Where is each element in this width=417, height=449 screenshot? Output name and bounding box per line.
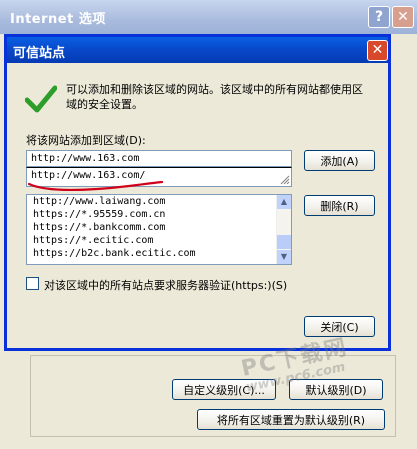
add-site-label: 将该网站添加到区域(D): [26, 134, 146, 147]
site-list-item[interactable]: http://www.laiwang.com [27, 195, 291, 208]
reset-all-zones-button[interactable]: 将所有区域重置为默认级别(R) [197, 409, 385, 430]
url-input[interactable]: http://www.163.com [26, 150, 292, 167]
internet-options-title: Internet 选项 [10, 12, 106, 27]
site-list-item[interactable]: https://*.bankcomm.com [27, 221, 291, 234]
internet-options-titlebar: Internet 选项 ? ✕ [0, 0, 417, 34]
site-list-item[interactable]: https://*.ecitic.com [27, 234, 291, 247]
trusted-sites-titlebar: 可信站点 ✕ [7, 37, 388, 63]
site-list-item[interactable]: https://b2c.bank.ecitic.com [27, 247, 291, 260]
site-list-item[interactable]: https://*.95559.com.cn [27, 208, 291, 221]
intro-text: 可以添加和删除该区域的网站。该区域中的所有网站都使用区域的安全设置。 [66, 83, 363, 111]
add-button[interactable]: 添加(A) [304, 150, 375, 171]
https-checkbox[interactable] [26, 277, 39, 290]
sites-scrollbar[interactable]: ▲ ▼ [276, 195, 291, 264]
https-checkbox-label: 对该区域中的所有站点要求服务器验证(https:)(S) [44, 279, 288, 292]
dialog-title: 可信站点 [13, 46, 66, 61]
scroll-down-icon[interactable]: ▼ [277, 250, 291, 264]
sites-list[interactable]: http://www.laiwang.com https://*.95559.co… [26, 194, 292, 265]
scroll-thumb[interactable] [277, 235, 291, 249]
trusted-sites-dialog: 可信站点 ✕ 可以添加和删除该区域的网站。该区域中的所有网站都使用区域的安全设置… [4, 34, 391, 351]
remove-button[interactable]: 删除(R) [304, 195, 375, 216]
dialog-close-button[interactable]: ✕ [367, 40, 388, 61]
scroll-up-icon[interactable]: ▲ [277, 195, 291, 209]
checkmark-icon [25, 85, 57, 113]
resize-grip-icon[interactable] [278, 173, 290, 185]
bg-close-button[interactable]: ✕ [392, 6, 414, 28]
help-button[interactable]: ? [368, 6, 390, 28]
red-underline-annotation [27, 180, 164, 192]
